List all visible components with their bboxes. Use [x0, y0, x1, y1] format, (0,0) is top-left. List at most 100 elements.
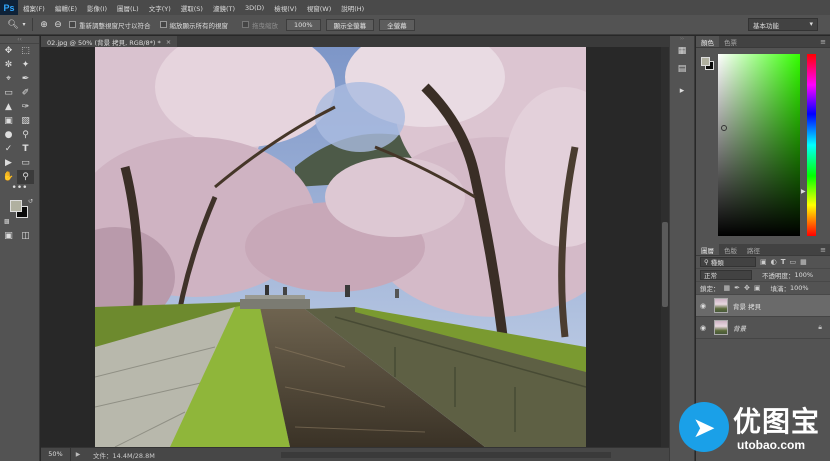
quick-mask-icon[interactable]: ▣ — [0, 229, 17, 243]
menu-select[interactable]: 選取(S) — [176, 3, 208, 13]
dodge-tool-icon[interactable]: ⚲ — [17, 128, 34, 142]
filter-smart-object-icon[interactable]: ▦ — [800, 258, 807, 266]
lock-all-icon[interactable]: ▣ — [754, 284, 761, 292]
menu-layer[interactable]: 圖層(L) — [112, 3, 144, 13]
swap-colors-icon[interactable]: ↺ — [28, 198, 33, 205]
gradient-tool-icon[interactable]: ▧ — [17, 114, 34, 128]
menu-filter[interactable]: 濾鏡(T) — [208, 3, 240, 13]
resize-windows-checkbox[interactable] — [69, 21, 76, 28]
fit-screen-button[interactable]: 顯示全螢幕 — [325, 18, 375, 31]
lock-image-icon[interactable]: ✒ — [734, 284, 740, 292]
crop-tool-icon[interactable]: ⌖ — [0, 72, 17, 86]
color-field[interactable] — [718, 54, 800, 236]
menu-type[interactable]: 文字(Y) — [144, 3, 176, 13]
tab-paths[interactable]: 路徑 — [742, 244, 765, 255]
menu-3d[interactable]: 3D(D) — [240, 4, 269, 12]
zoom-all-checkbox[interactable] — [159, 21, 167, 28]
fill-value[interactable]: 100% — [790, 284, 809, 292]
zoom-out-icon[interactable]: ⊖ — [51, 18, 65, 32]
color-picker-marker[interactable] — [721, 125, 727, 131]
lock-position-icon[interactable]: ✥ — [744, 284, 750, 292]
zoom-tool-icon[interactable]: ⚲ — [17, 170, 34, 184]
filter-type-icon[interactable]: T — [781, 258, 786, 266]
menu-help[interactable]: 說明(H) — [336, 3, 369, 13]
eye-icon[interactable]: ◉ — [696, 324, 710, 332]
zoom-in-icon[interactable]: ⊕ — [37, 18, 51, 32]
scrubby-zoom-label: 拖曳縮放 — [252, 21, 278, 30]
history-brush-tool-icon[interactable]: ✑ — [17, 100, 34, 114]
panel-menu-icon[interactable]: ≡ — [820, 38, 830, 46]
foreground-color-swatch[interactable] — [10, 200, 22, 212]
move-tool-icon[interactable]: ✥ — [0, 44, 17, 58]
cherry-blossom-photo[interactable] — [95, 47, 586, 447]
lasso-tool-icon[interactable]: ✼ — [0, 58, 17, 72]
history-panel-icon[interactable]: ▦ — [670, 42, 694, 60]
hue-slider[interactable] — [807, 54, 816, 236]
hue-slider-handle[interactable]: ▶ — [801, 188, 806, 195]
menu-file[interactable]: 檔案(F) — [18, 3, 50, 13]
menu-image[interactable]: 影像(I) — [82, 3, 112, 13]
eyedropper-tool-icon[interactable]: ✒ — [17, 72, 34, 86]
lock-fill-row: 鎖定： ▦ ✒ ✥ ▣ 填滿： 100% — [696, 282, 830, 295]
color-swatches[interactable]: ▩ ↺ — [0, 198, 39, 226]
eye-icon[interactable]: ◉ — [696, 302, 710, 310]
fill-label: 填滿： — [770, 285, 791, 293]
fill-screen-button[interactable]: 全螢幕 — [379, 18, 415, 31]
opacity-value[interactable]: 100% — [795, 271, 814, 279]
color-panel: ▶ — [696, 48, 830, 246]
tab-swatches[interactable]: 色票 — [719, 36, 742, 47]
tab-color[interactable]: 顏色 — [696, 36, 719, 47]
menu-view[interactable]: 檢視(V) — [269, 3, 302, 13]
document-tab[interactable]: 02.jpg @ 50% (背景 拷貝, RGB/8*) * × — [41, 36, 178, 47]
kind-filter-select[interactable]: ⚲ 種類 — [700, 257, 756, 267]
magic-wand-tool-icon[interactable]: ✦ — [17, 58, 34, 72]
healing-brush-tool-icon[interactable]: ▭ — [0, 86, 17, 100]
eraser-tool-icon[interactable]: ▣ — [0, 114, 17, 128]
horizontal-scrollbar[interactable] — [281, 452, 611, 458]
path-selection-tool-icon[interactable]: ▶ — [0, 156, 17, 170]
lock-transparent-icon[interactable]: ▦ — [724, 284, 731, 292]
tab-channels[interactable]: 色版 — [719, 244, 742, 255]
panel-menu-icon[interactable]: ≡ — [820, 246, 830, 254]
filter-adjustment-icon[interactable]: ◐ — [771, 258, 777, 266]
layer-row-background[interactable]: ◉ 背景 🔒︎ — [696, 317, 830, 339]
pen-tool-icon[interactable]: ✓ — [0, 142, 17, 156]
marquee-tool-icon[interactable]: ⬚ — [17, 44, 34, 58]
zoom-level-field[interactable]: 50% — [41, 447, 71, 461]
layer-row-background-copy[interactable]: ◉ 背景 拷貝 — [696, 295, 830, 317]
type-tool-icon[interactable]: T — [17, 142, 34, 156]
screen-mode-icon[interactable]: ◫ — [17, 229, 34, 243]
default-colors-icon[interactable]: ▩ — [4, 218, 10, 225]
adjustments-panel-icon[interactable]: ▸ — [670, 82, 694, 100]
menu-window[interactable]: 視窗(W) — [302, 3, 337, 13]
clone-stamp-tool-icon[interactable]: ▲ — [0, 100, 17, 114]
foreground-color-swatch[interactable] — [701, 57, 710, 66]
lock-icon[interactable]: 🔒︎ — [818, 323, 822, 332]
layer-name: 背景 拷貝 — [733, 302, 762, 311]
canvas-area[interactable] — [41, 47, 661, 447]
preset-dropdown-icon[interactable]: ▾ — [20, 18, 28, 32]
zoom-tool-preset-icon[interactable]: 🔍︎ — [6, 18, 20, 32]
zoom-all-label: 縮放顯示所有的視窗 — [169, 21, 229, 30]
properties-panel-icon[interactable]: ▤ — [670, 60, 694, 78]
blur-tool-icon[interactable]: ● — [0, 128, 17, 142]
menu-edit[interactable]: 編輯(E) — [50, 3, 82, 13]
vertical-scrollbar[interactable] — [661, 47, 669, 447]
zoom-100-button[interactable]: 100% — [286, 18, 321, 31]
more-tools-icon[interactable]: ••• — [0, 184, 39, 194]
scrubby-zoom-checkbox[interactable] — [242, 21, 249, 28]
filter-pixel-icon[interactable]: ▣ — [760, 258, 767, 266]
shape-tool-icon[interactable]: ▭ — [17, 156, 34, 170]
tab-layers[interactable]: 圖層 — [696, 244, 719, 255]
blend-mode-select[interactable]: 正常 — [700, 270, 752, 280]
tools-panel: ‹‹ ✥ ⬚ ✼ ✦ ⌖ ✒ ▭ ✐ ▲ ✑ ▣ ▧ ● ⚲ ✓ T ▶ ▭ ✋… — [0, 36, 40, 461]
vertical-scrollbar-thumb[interactable] — [662, 222, 668, 307]
close-icon[interactable]: × — [166, 38, 171, 46]
document-tab-title: 02.jpg @ 50% (背景 拷貝, RGB/8*) * — [47, 38, 161, 47]
brush-tool-icon[interactable]: ✐ — [17, 86, 34, 100]
panel-grip-icon[interactable]: ‹‹ — [0, 36, 39, 44]
hand-tool-icon[interactable]: ✋ — [0, 170, 17, 184]
workspace-select[interactable]: 基本功能 ▾ — [748, 18, 818, 31]
filter-shape-icon[interactable]: ▭ — [790, 258, 797, 266]
status-menu-icon[interactable]: ▶ — [71, 451, 85, 458]
